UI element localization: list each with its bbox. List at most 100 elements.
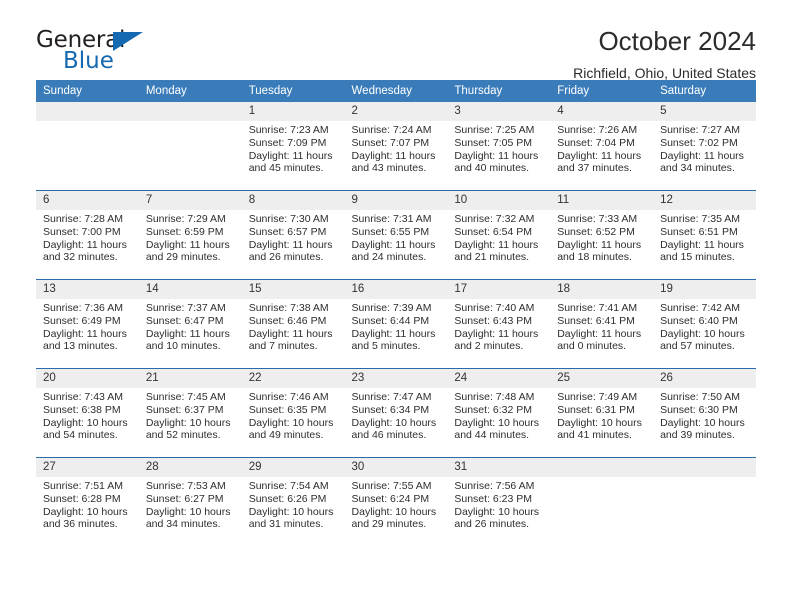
sunset-time: Sunset: 6:30 PM [660,403,738,416]
day-number: 29 [241,458,345,477]
sunset-time: Sunset: 6:59 PM [145,225,224,238]
daylight-duration-line2: and 29 minutes. [145,251,221,264]
calendar-day-cell[interactable]: 28 Sunrise: 7:53 AM Sunset: 6:27 PM Dayligh… [138,457,242,546]
day-sun-info: Sunrise: 7:53 AM Sunset: 6:27 PM Daylight:… [139,477,242,531]
sunset-time: Sunset: 6:35 PM [248,403,327,416]
day-number: 30 [344,458,448,477]
day-sun-info: Sunrise: 7:30 AM Sunset: 6:57 PM Daylight:… [242,210,345,264]
daylight-duration-line2: and 46 minutes. [351,429,427,442]
day-number: 6 [36,191,139,210]
calendar-day-cell[interactable]: 29 Sunrise: 7:54 AM Sunset: 6:26 PM Dayligh… [241,457,345,546]
day-sun-info: Sunrise: 7:26 AM Sunset: 7:04 PM Daylight:… [550,121,653,175]
sunrise-time: Sunrise: 7:32 AM [454,213,535,225]
day-number: 1 [241,102,345,121]
calendar-day-cell[interactable]: 12 Sunrise: 7:35 AM Sunset: 6:51 PM Dayligh… [653,190,756,280]
sunset-time: Sunset: 6:47 PM [145,314,224,327]
sunset-time: Sunset: 6:24 PM [351,492,430,505]
calendar-day-cell[interactable]: 26 Sunrise: 7:50 AM Sunset: 6:30 PM Dayligh… [653,368,756,458]
calendar-day-cell[interactable]: 17 Sunrise: 7:40 AM Sunset: 6:43 PM Dayligh… [447,279,551,369]
calendar-day-cell-empty [36,102,139,191]
daylight-duration-line2: and 0 minutes. [557,340,627,353]
day-sun-info: Sunrise: 7:40 AM Sunset: 6:43 PM Daylight:… [447,299,550,353]
calendar-day-cell[interactable]: 27 Sunrise: 7:51 AM Sunset: 6:28 PM Dayligh… [36,457,139,546]
calendar-day-cell[interactable]: 11 Sunrise: 7:33 AM Sunset: 6:52 PM Dayligh… [550,190,654,280]
daylight-duration-line2: and 32 minutes. [43,251,118,264]
calendar-day-cell[interactable]: 6 Sunrise: 7:28 AM Sunset: 7:00 PM Daylight… [36,190,139,280]
daylight-duration-line2: and 41 minutes. [557,429,632,442]
masthead: General Blue October 2024 Richfield, Ohi… [36,0,756,81]
calendar-day-cell[interactable]: 5 Sunrise: 7:27 AM Sunset: 7:02 PM Daylight… [653,102,756,191]
calendar-day-cell[interactable]: 10 Sunrise: 7:32 AM Sunset: 6:54 PM Dayligh… [447,190,551,280]
sunset-time: Sunset: 6:31 PM [557,403,635,416]
sunrise-time: Sunrise: 7:49 AM [557,391,638,403]
calendar-day-cell-empty [138,102,242,191]
day-number: 4 [550,102,654,121]
calendar-day-cell[interactable]: 23 Sunrise: 7:47 AM Sunset: 6:34 PM Dayligh… [344,368,448,458]
calendar-day-cell[interactable]: 19 Sunrise: 7:42 AM Sunset: 6:40 PM Dayligh… [653,279,756,369]
day-sun-info: Sunrise: 7:39 AM Sunset: 6:44 PM Daylight:… [345,299,448,353]
day-sun-info: Sunrise: 7:46 AM Sunset: 6:35 PM Daylight:… [242,388,345,442]
calendar-day-cell[interactable]: 20 Sunrise: 7:43 AM Sunset: 6:38 PM Dayligh… [36,368,139,458]
calendar-day-cell[interactable]: 18 Sunrise: 7:41 AM Sunset: 6:41 PM Dayligh… [550,279,654,369]
sunrise-time: Sunrise: 7:51 AM [43,480,123,492]
weekday-header-friday: Friday [550,80,654,102]
calendar-day-cell[interactable]: 3 Sunrise: 7:25 AM Sunset: 7:05 PM Daylight… [447,102,551,191]
sunset-time: Sunset: 6:37 PM [145,403,224,416]
daylight-duration-line1: Daylight: 10 hours [454,505,540,518]
day-number: 20 [36,369,139,388]
day-number: 23 [344,369,448,388]
calendar-day-cell[interactable]: 31 Sunrise: 7:56 AM Sunset: 6:23 PM Dayligh… [447,457,551,546]
sunrise-time: Sunrise: 7:27 AM [660,124,741,136]
daylight-duration-line2: and 57 minutes. [660,340,735,353]
calendar-day-cell[interactable]: 13 Sunrise: 7:36 AM Sunset: 6:49 PM Dayligh… [36,279,139,369]
day-number: 2 [344,102,448,121]
calendar-day-cell[interactable]: 30 Sunrise: 7:55 AM Sunset: 6:24 PM Dayligh… [344,457,448,546]
daylight-duration-line1: Daylight: 11 hours [248,327,333,340]
general-blue-logo[interactable]: General Blue [36,28,216,76]
daylight-duration-line2: and 54 minutes. [43,429,118,442]
calendar-day-cell[interactable]: 9 Sunrise: 7:31 AM Sunset: 6:55 PM Daylight… [344,190,448,280]
calendar-day-cell[interactable]: 24 Sunrise: 7:48 AM Sunset: 6:32 PM Dayligh… [447,368,551,458]
day-number: 14 [138,280,242,299]
day-number: 13 [36,280,139,299]
day-sun-info: Sunrise: 7:55 AM Sunset: 6:24 PM Daylight:… [345,477,448,531]
calendar-day-cell-empty [653,457,756,546]
sunset-time: Sunset: 6:52 PM [557,225,635,238]
sunrise-time: Sunrise: 7:50 AM [660,391,741,403]
daylight-duration-line2: and 13 minutes. [43,340,118,353]
daylight-duration-line1: Daylight: 11 hours [557,149,642,162]
sunrise-time: Sunrise: 7:45 AM [145,391,226,403]
daylight-duration-line1: Daylight: 11 hours [248,149,333,162]
sunrise-time: Sunrise: 7:56 AM [454,480,535,492]
daylight-duration-line2: and 10 minutes. [145,340,221,353]
calendar-day-cell[interactable]: 4 Sunrise: 7:26 AM Sunset: 7:04 PM Daylight… [550,102,654,191]
sunrise-time: Sunrise: 7:33 AM [557,213,638,225]
calendar-day-cell[interactable]: 22 Sunrise: 7:46 AM Sunset: 6:35 PM Dayligh… [241,368,345,458]
daylight-duration-line1: Daylight: 11 hours [660,149,744,162]
day-sun-info: Sunrise: 7:36 AM Sunset: 6:49 PM Daylight:… [36,299,139,353]
calendar-day-cell[interactable]: 21 Sunrise: 7:45 AM Sunset: 6:37 PM Dayligh… [138,368,242,458]
calendar-day-cell[interactable]: 25 Sunrise: 7:49 AM Sunset: 6:31 PM Dayligh… [550,368,654,458]
daylight-duration-line2: and 18 minutes. [557,251,632,264]
sunset-time: Sunset: 7:07 PM [351,136,430,149]
day-number: 5 [653,102,756,121]
calendar-day-cell[interactable]: 15 Sunrise: 7:38 AM Sunset: 6:46 PM Dayligh… [241,279,345,369]
daylight-duration-line2: and 7 minutes. [248,340,318,353]
day-sun-info: Sunrise: 7:51 AM Sunset: 6:28 PM Daylight:… [36,477,139,531]
daylight-duration-line2: and 45 minutes. [248,162,324,175]
day-sun-info: Sunrise: 7:25 AM Sunset: 7:05 PM Daylight:… [447,121,550,175]
calendar-day-cell[interactable]: 16 Sunrise: 7:39 AM Sunset: 6:44 PM Dayligh… [344,279,448,369]
daylight-duration-line1: Daylight: 10 hours [145,505,231,518]
sun-times-calendar-table: Sunday Monday Tuesday Wednesday Thursday Frid… [36,80,756,546]
sunrise-time: Sunrise: 7:35 AM [660,213,741,225]
sunset-time: Sunset: 6:28 PM [43,492,121,505]
calendar-day-cell[interactable]: 7 Sunrise: 7:29 AM Sunset: 6:59 PM Daylight… [138,190,242,280]
calendar-day-cell[interactable]: 1 Sunrise: 7:23 AM Sunset: 7:09 PM Daylight… [241,102,345,191]
day-sun-info: Sunrise: 7:49 AM Sunset: 6:31 PM Daylight:… [550,388,653,442]
calendar-day-cell[interactable]: 8 Sunrise: 7:30 AM Sunset: 6:57 PM Daylight… [241,190,345,280]
calendar-day-cell[interactable]: 14 Sunrise: 7:37 AM Sunset: 6:47 PM Dayligh… [138,279,242,369]
daylight-duration-line2: and 37 minutes. [557,162,632,175]
calendar-day-cell[interactable]: 2 Sunrise: 7:24 AM Sunset: 7:07 PM Daylight… [344,102,448,191]
daylight-duration-line1: Daylight: 10 hours [351,416,437,429]
day-number: 12 [653,191,756,210]
